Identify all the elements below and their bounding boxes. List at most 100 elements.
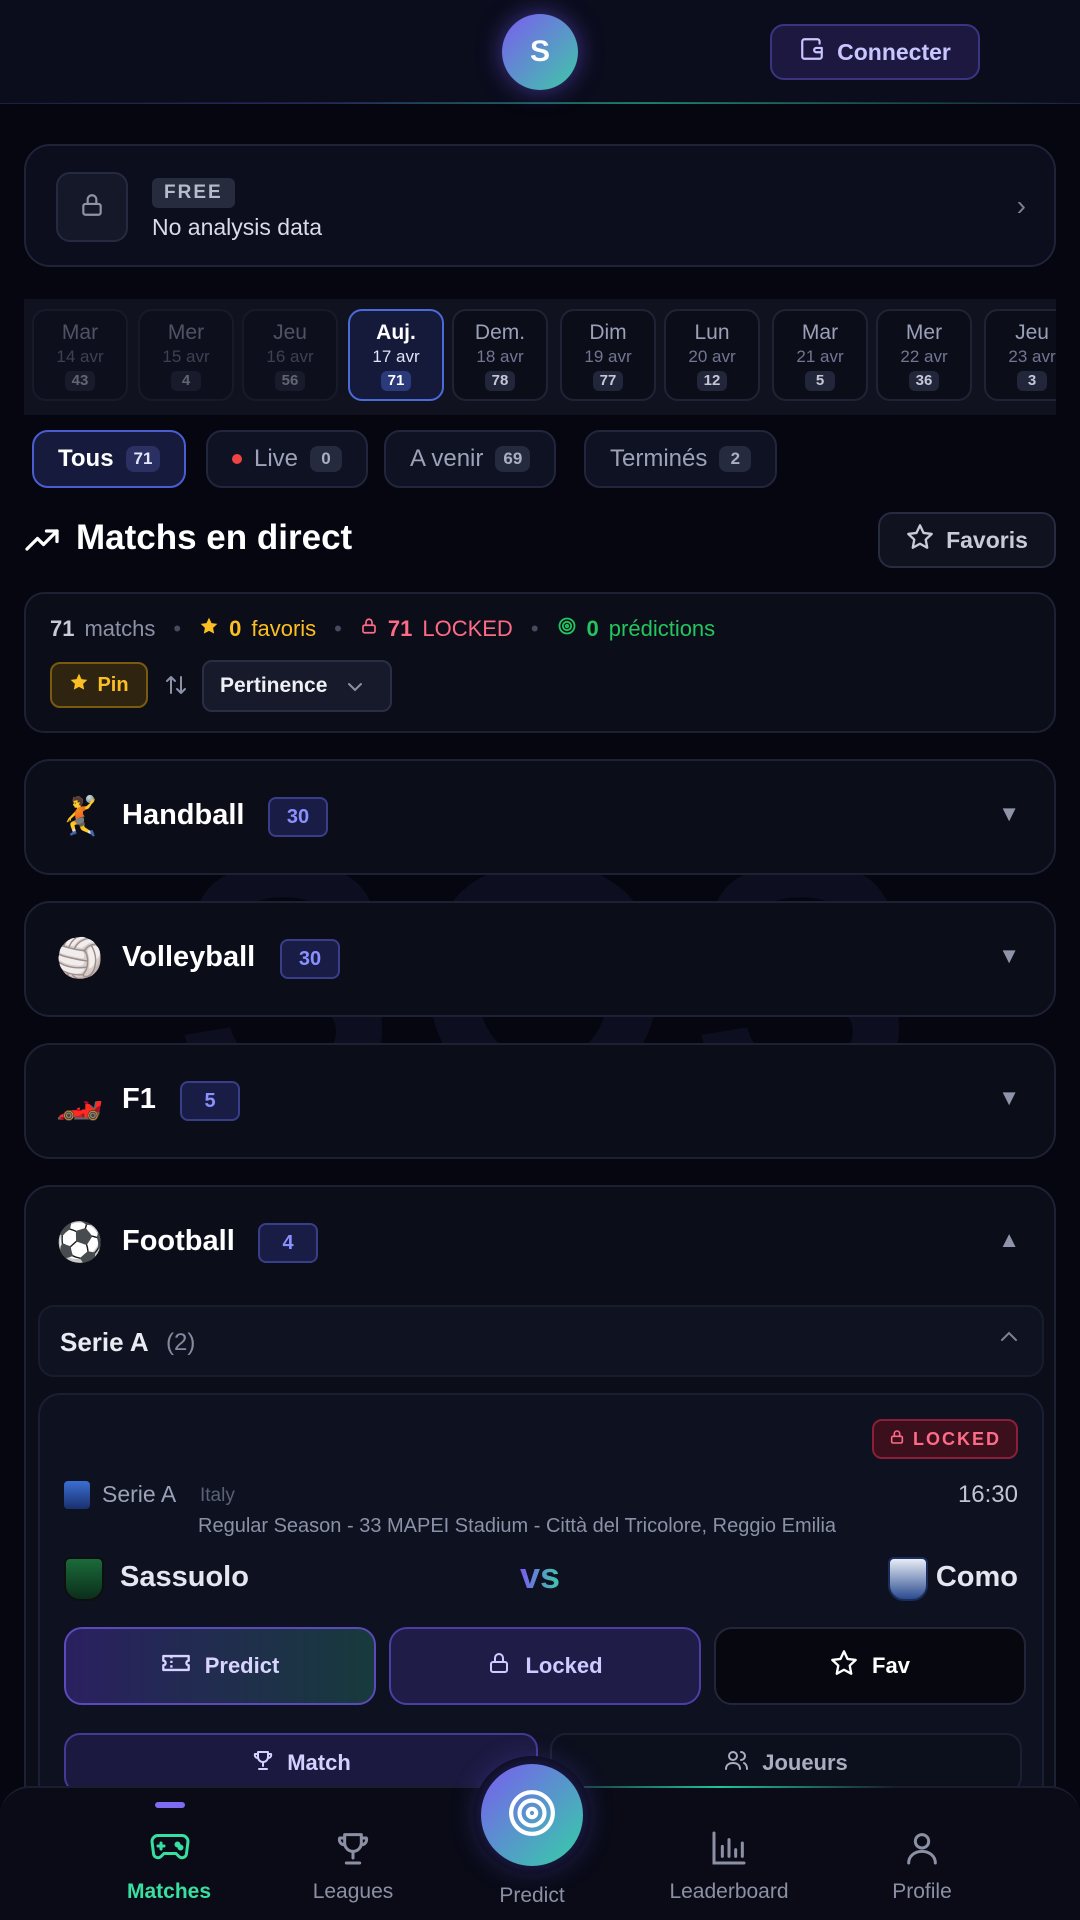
sort-label: Pertinence <box>220 674 328 697</box>
date-chip[interactable]: Jeu 23 avr 3 <box>984 309 1056 401</box>
app-header: S Connecter <box>0 0 1080 104</box>
date-strip[interactable]: Mar 14 avr 43 Mer 15 avr 4 Jeu 16 avr 56… <box>24 299 1056 415</box>
live-dot-icon <box>232 454 242 464</box>
plan-lock-box <box>56 172 128 242</box>
league-name: Serie A <box>60 1327 149 1357</box>
lock-icon <box>889 1428 905 1451</box>
connect-button[interactable]: Connecter <box>770 24 980 80</box>
trophy-icon <box>251 1748 275 1778</box>
sport-header[interactable]: 🏐 Volleyball 30 ▼ <box>26 903 1054 1017</box>
league-row[interactable]: Serie A (2) <box>38 1305 1044 1377</box>
star-outline-icon <box>830 1649 858 1683</box>
app-logo[interactable]: S <box>502 14 578 90</box>
tab-live[interactable]: Live 0 <box>206 430 369 488</box>
lock-icon <box>487 1649 511 1683</box>
sport-name: Football <box>122 1225 235 1257</box>
plan-card[interactable]: FREE No analysis data › <box>24 144 1056 267</box>
vs-label: vs <box>520 1555 561 1596</box>
date-day: Jeu <box>273 321 307 344</box>
stats-card: 71 matchs • 0 favoris • 71 LOCKED • 0 pr… <box>24 592 1056 733</box>
favorites-stat-label: favoris <box>251 616 317 641</box>
nav-matches[interactable]: Matches <box>69 1788 269 1920</box>
favorites-button[interactable]: Favoris <box>878 512 1056 568</box>
date-chip[interactable]: Mar 21 avr 5 <box>772 309 868 401</box>
chevron-up-icon <box>1000 1329 1018 1347</box>
date-date: 19 avr <box>584 347 632 366</box>
tab-label: Tous <box>58 445 114 472</box>
tab-match[interactable]: Match <box>64 1733 538 1793</box>
nav-leaderboard[interactable]: Leaderboard <box>629 1788 829 1920</box>
tab-finished[interactable]: Terminés 2 <box>584 430 778 488</box>
predict-fab-button[interactable] <box>473 1756 591 1874</box>
sport-header[interactable]: 🏎️ F1 5 ▼ <box>26 1045 1054 1159</box>
sport-accordion-handball[interactable]: 🤾 Handball 30 ▼ <box>24 759 1056 875</box>
date-date: 15 avr <box>162 347 210 366</box>
league-count: (2) <box>166 1329 196 1356</box>
chevron-down-icon: ▼ <box>998 943 1020 968</box>
locked-badge-label: LOCKED <box>913 1428 1001 1449</box>
fav-label: Fav <box>872 1653 910 1678</box>
separator-dot: • <box>173 616 182 641</box>
sort-select[interactable]: Pertinence <box>202 660 392 712</box>
date-day: Mar <box>801 321 839 344</box>
race-car-icon: 🏎️ <box>56 1080 104 1122</box>
date-date: 14 avr <box>56 347 104 366</box>
match-time: 16:30 <box>957 1481 1018 1508</box>
favorites-count: 0 <box>229 616 242 641</box>
header-glow-line <box>0 102 1080 104</box>
star-filled-icon <box>69 672 89 698</box>
date-count: 43 <box>64 371 96 391</box>
date-chip[interactable]: Dim 19 avr 77 <box>560 309 656 401</box>
date-chip[interactable]: Mer 15 avr 4 <box>138 309 234 401</box>
pin-button[interactable]: Pin <box>50 662 148 708</box>
locked-button-label: Locked <box>525 1653 603 1678</box>
match-round-venue: Regular Season - 33 MAPEI Stadium - Citt… <box>198 1515 837 1537</box>
date-chip-today[interactable]: Auj. 17 avr 71 <box>348 309 444 401</box>
sport-accordion-f1[interactable]: 🏎️ F1 5 ▼ <box>24 1043 1056 1159</box>
tab-count: 2 <box>719 446 752 472</box>
date-day: Mar <box>61 321 99 344</box>
tab-count: 69 <box>495 446 531 472</box>
tab-all[interactable]: Tous 71 <box>32 430 187 488</box>
fav-button[interactable]: Fav <box>714 1627 1026 1705</box>
matches-count: 71 <box>50 616 75 641</box>
date-chip[interactable]: Jeu 16 avr 56 <box>242 309 338 401</box>
target-icon <box>507 1788 557 1843</box>
sport-header[interactable]: 🤾 Handball 30 ▼ <box>26 761 1054 875</box>
date-chip[interactable]: Mer 22 avr 36 <box>876 309 972 401</box>
sport-header[interactable]: ⚽ Football 4 ▲ <box>26 1187 1054 1301</box>
favorites-label: Favoris <box>946 526 1028 553</box>
trophy-icon <box>333 1828 373 1873</box>
date-count: 4 <box>171 371 201 391</box>
tab-players[interactable]: Joueurs <box>550 1733 1022 1793</box>
predict-button[interactable]: Predict <box>64 1627 376 1705</box>
sassuolo-crest <box>64 1557 104 1601</box>
chevron-down-icon: ▼ <box>998 1085 1020 1110</box>
nav-label: Leaderboard <box>669 1880 789 1903</box>
date-count: 5 <box>805 371 835 391</box>
date-chip[interactable]: Dem. 18 avr 78 <box>452 309 548 401</box>
date-day: Mer <box>905 321 943 344</box>
sport-count: 4 <box>258 1223 318 1263</box>
star-filled-icon <box>199 616 219 642</box>
plan-badge: FREE <box>152 178 235 208</box>
tab-upcoming[interactable]: A venir 69 <box>384 430 557 488</box>
nav-leagues[interactable]: Leagues <box>253 1788 453 1920</box>
sport-name: Handball <box>122 799 245 831</box>
nav-profile[interactable]: Profile <box>822 1788 1022 1920</box>
locked-label: LOCKED <box>422 616 513 641</box>
date-count: 3 <box>1017 371 1047 391</box>
sport-accordion-volleyball[interactable]: 🏐 Volleyball 30 ▼ <box>24 901 1056 1017</box>
competition-name: Serie A <box>102 1481 177 1507</box>
date-chip[interactable]: Lun 20 avr 12 <box>664 309 760 401</box>
sort-arrows-icon[interactable] <box>164 674 188 701</box>
date-count: 36 <box>908 371 940 391</box>
sport-count: 30 <box>268 797 328 837</box>
como-crest <box>888 1557 928 1601</box>
date-date: 16 avr <box>266 347 314 366</box>
date-date: 21 avr <box>796 347 844 366</box>
date-chip[interactable]: Mar 14 avr 43 <box>32 309 128 401</box>
nav-label: Matches <box>126 1880 212 1903</box>
locked-count: 71 <box>387 616 413 641</box>
locked-button[interactable]: Locked <box>389 1627 701 1705</box>
